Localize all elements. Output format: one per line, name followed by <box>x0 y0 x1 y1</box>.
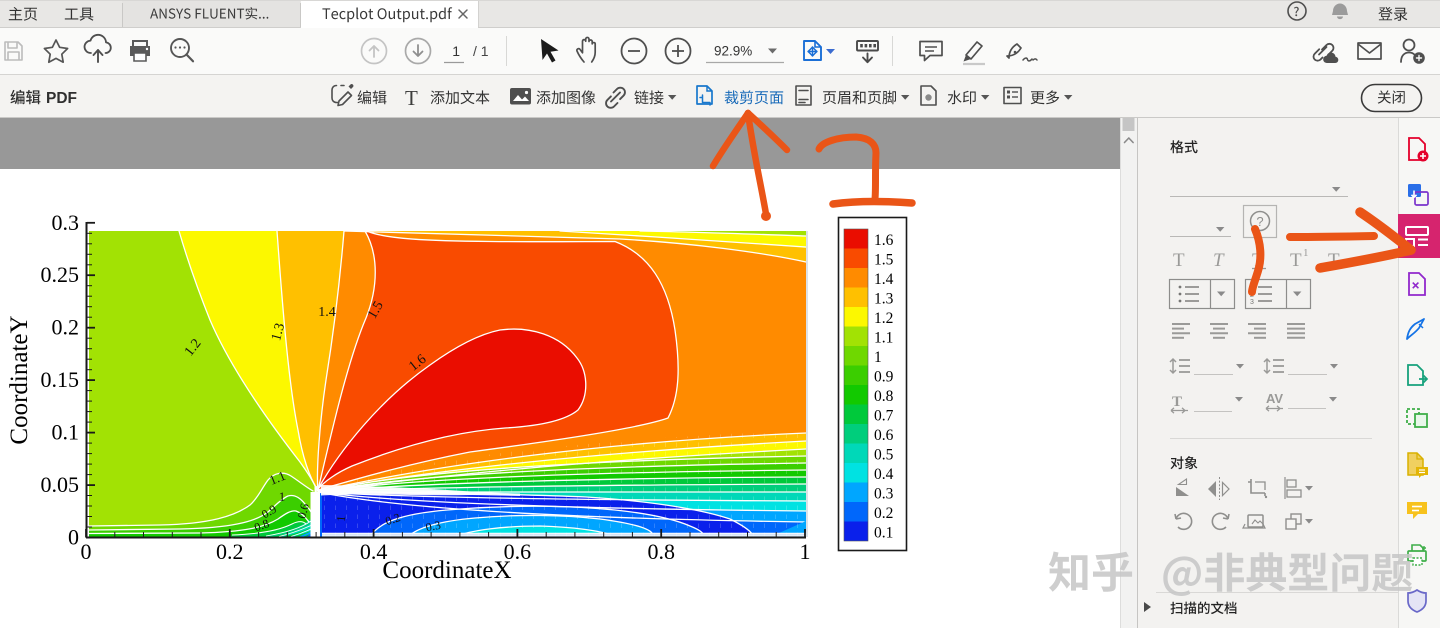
svg-text:0: 0 <box>81 539 92 564</box>
svg-text:0.1: 0.1 <box>52 420 80 445</box>
svg-text:1.2: 1.2 <box>874 310 893 327</box>
svg-text:CoordinateY: CoordinateY <box>6 315 33 444</box>
svg-text:1.1: 1.1 <box>874 330 893 347</box>
svg-text:0.4: 0.4 <box>874 466 894 483</box>
svg-text:T: T <box>405 86 418 110</box>
svg-text:1.4: 1.4 <box>318 305 336 320</box>
svg-text:0.3: 0.3 <box>52 210 80 235</box>
svg-text:0.3: 0.3 <box>874 486 894 503</box>
svg-text:/ 1: / 1 <box>473 43 489 59</box>
svg-text:T: T <box>1173 250 1185 271</box>
svg-text:1.4: 1.4 <box>874 271 894 288</box>
svg-text:1: 1 <box>800 539 811 564</box>
svg-text:0.2: 0.2 <box>874 505 893 522</box>
svg-text:1.6: 1.6 <box>874 232 894 249</box>
svg-text:1: 1 <box>452 43 460 59</box>
svg-text:1: 1 <box>279 489 286 504</box>
svg-text:0.05: 0.05 <box>41 472 80 497</box>
svg-text:0.1: 0.1 <box>874 525 893 542</box>
svg-text:92.9%: 92.9% <box>714 44 752 59</box>
svg-text:1.5: 1.5 <box>874 252 894 269</box>
svg-text:0.7: 0.7 <box>874 408 894 425</box>
svg-text:0.8: 0.8 <box>647 539 675 564</box>
svg-text:0.9: 0.9 <box>874 369 894 386</box>
svg-text:0.8: 0.8 <box>874 388 894 405</box>
svg-text:1: 1 <box>874 349 882 366</box>
svg-text:CoordinateX: CoordinateX <box>382 557 511 584</box>
svg-text:3: 3 <box>1250 299 1254 306</box>
svg-text:0: 0 <box>68 525 79 550</box>
svg-text:0.15: 0.15 <box>41 367 80 392</box>
svg-text:T: T <box>1213 250 1225 271</box>
svg-text:1.3: 1.3 <box>874 291 894 308</box>
svg-text:1: 1 <box>334 515 348 522</box>
svg-text:0.5: 0.5 <box>874 447 894 464</box>
svg-text:0.2: 0.2 <box>216 539 244 564</box>
svg-text:AV: AV <box>1266 391 1283 406</box>
svg-text:1: 1 <box>1303 247 1309 259</box>
svg-text:0.2: 0.2 <box>52 315 80 340</box>
svg-text:0.6: 0.6 <box>874 427 894 444</box>
svg-text:T: T <box>1290 250 1302 271</box>
svg-text:0.25: 0.25 <box>41 262 80 287</box>
svg-text:PDF: PDF <box>46 90 77 107</box>
